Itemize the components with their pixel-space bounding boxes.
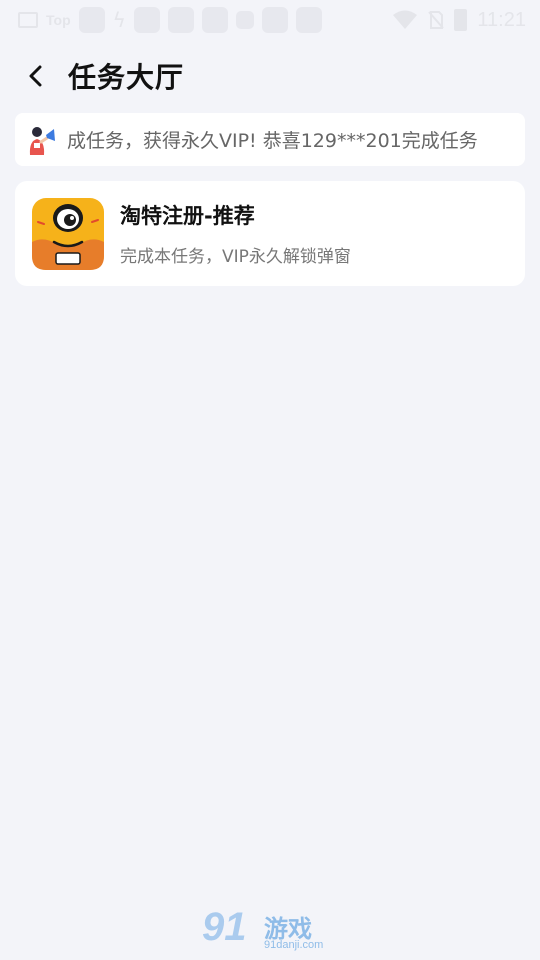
task-hall-screen: Top ϟ 11:21 任务大厅 成任务，获得永久VIP! 恭喜129***20… bbox=[0, 0, 540, 960]
battery-icon bbox=[454, 9, 468, 31]
chevron-left-icon bbox=[29, 65, 42, 87]
app-notification-icon bbox=[167, 7, 194, 33]
task-description: 完成本任务，VIP永久解锁弹窗 bbox=[120, 247, 351, 267]
site-watermark: 91 游戏 91danji.com bbox=[200, 905, 340, 960]
status-time: 11:21 bbox=[477, 8, 526, 31]
gallery-icon bbox=[18, 12, 38, 28]
app-notification-icon bbox=[295, 7, 322, 33]
app-notification-icon bbox=[201, 7, 228, 33]
flash-icon: ϟ bbox=[112, 8, 126, 32]
app-notification-icon bbox=[78, 7, 105, 33]
megaphone-person-icon bbox=[29, 126, 55, 155]
app-notification-icon bbox=[133, 7, 160, 33]
task-card[interactable]: 淘特注册-推荐 完成本任务，VIP永久解锁弹窗 bbox=[15, 181, 525, 286]
task-name: 淘特注册-推荐 bbox=[120, 204, 255, 228]
announcement-bar: 成任务，获得永久VIP! 恭喜129***201完成任务 bbox=[15, 113, 525, 166]
app-notification-icon bbox=[235, 11, 254, 29]
app-header: 任务大厅 bbox=[0, 48, 540, 104]
task-info: 淘特注册-推荐 完成本任务，VIP永久解锁弹窗 bbox=[120, 200, 351, 267]
taote-app-logo bbox=[32, 197, 104, 270]
back-button[interactable] bbox=[8, 48, 64, 104]
status-bar: Top ϟ 11:21 bbox=[0, 0, 540, 40]
status-bar-right: 11:21 bbox=[392, 9, 526, 32]
no-sim-icon bbox=[428, 11, 445, 29]
app-notification-icon bbox=[261, 7, 288, 33]
announcement-text: 成任务，获得永久VIP! 恭喜129***201完成任务 bbox=[67, 130, 478, 152]
watermark-site: 91danji.com bbox=[264, 939, 324, 951]
page-title: 任务大厅 bbox=[68, 61, 185, 94]
status-bar-left: Top ϟ bbox=[18, 7, 322, 33]
carrier-text: Top bbox=[46, 12, 71, 28]
watermark-number: 91 bbox=[202, 905, 247, 949]
wifi-icon bbox=[393, 10, 418, 29]
